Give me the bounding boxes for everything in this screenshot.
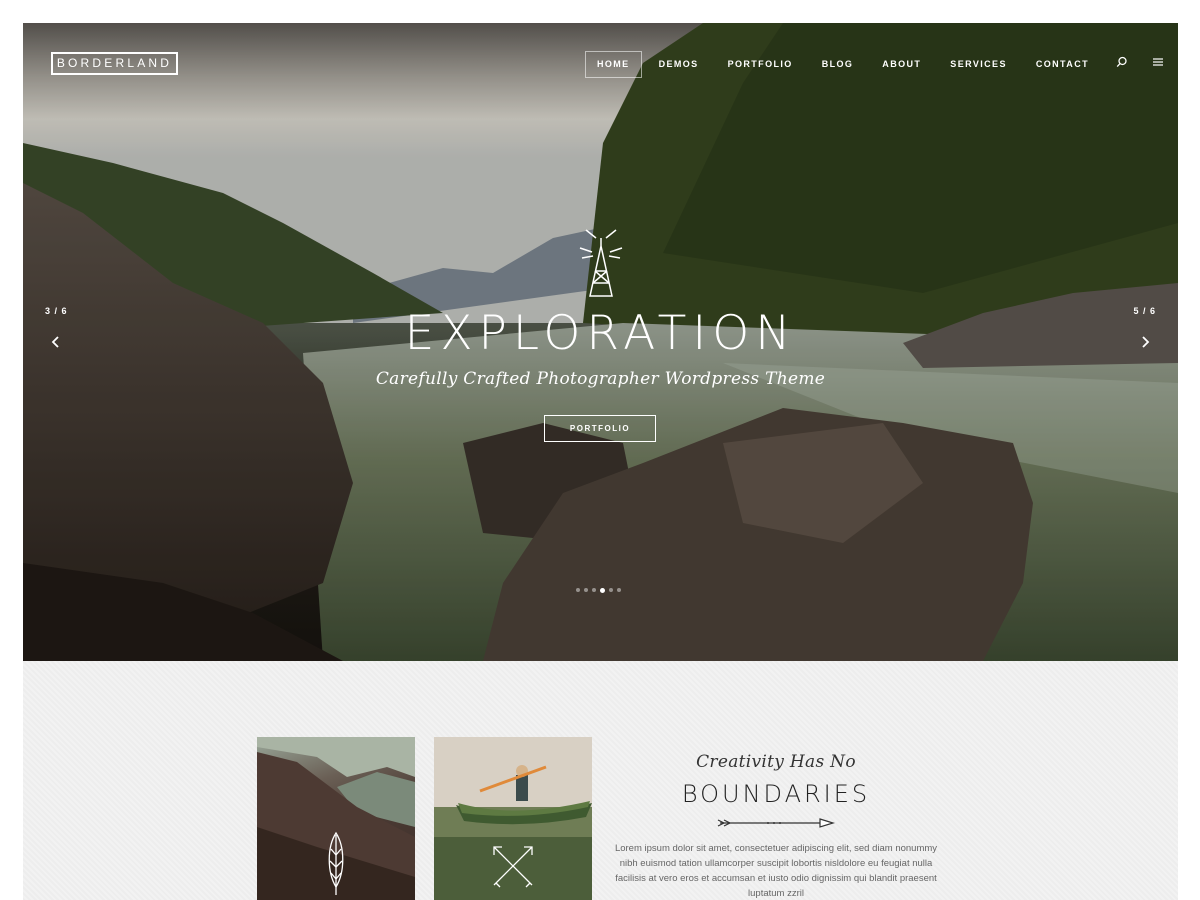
slider-dot[interactable] [576,588,580,592]
portfolio-button[interactable]: PORTFOLIO [544,415,656,442]
mountain-feather-card[interactable] [257,737,415,900]
script-title: Creativity Has No [696,752,856,772]
intro-section: Creativity Has No BOUNDARIES Lorem ipsum… [23,661,1178,900]
hero-slider: BORDERLAND HOME DEMOS PORTFOLIO BLOG ABO… [23,23,1178,661]
intro-body-text: Lorem ipsum dolor sit amet, consectetuer… [614,843,938,899]
hero-title: EXPLORATION [404,306,797,361]
tower-emblem-icon [576,226,626,300]
slider-dot[interactable] [609,588,613,592]
slider-dot[interactable] [592,588,596,592]
nav-item-demos[interactable]: DEMOS [647,51,711,78]
nav-item-home[interactable]: HOME [584,50,642,78]
slider-pagination [576,587,621,593]
nav-item-blog[interactable]: BLOG [810,51,866,78]
hero-subtitle: Carefully Crafted Photographer Wordpress… [375,369,826,389]
main-navigation: HOME DEMOS PORTFOLIO BLOG ABOUT SERVICES… [584,50,1178,78]
section-title: BOUNDARIES [681,780,871,808]
menu-icon[interactable] [1152,56,1168,72]
intro-text-block: Creativity Has No BOUNDARIES Lorem ipsum… [611,752,941,900]
site-logo[interactable]: BORDERLAND [51,52,178,75]
nav-item-about[interactable]: ABOUT [870,51,933,78]
nav-item-services[interactable]: SERVICES [938,51,1019,78]
search-icon[interactable] [1116,56,1132,72]
arrow-divider-icon [717,818,836,828]
nav-item-contact[interactable]: CONTACT [1024,51,1101,78]
slider-dot[interactable] [617,588,621,592]
feather-icon [328,831,344,895]
canoe-arrows-card[interactable] [434,737,592,900]
crossed-arrows-icon [493,846,533,888]
slider-dot[interactable] [584,588,588,592]
nav-item-portfolio[interactable]: PORTFOLIO [716,51,805,78]
slider-dot-active[interactable] [600,587,605,593]
